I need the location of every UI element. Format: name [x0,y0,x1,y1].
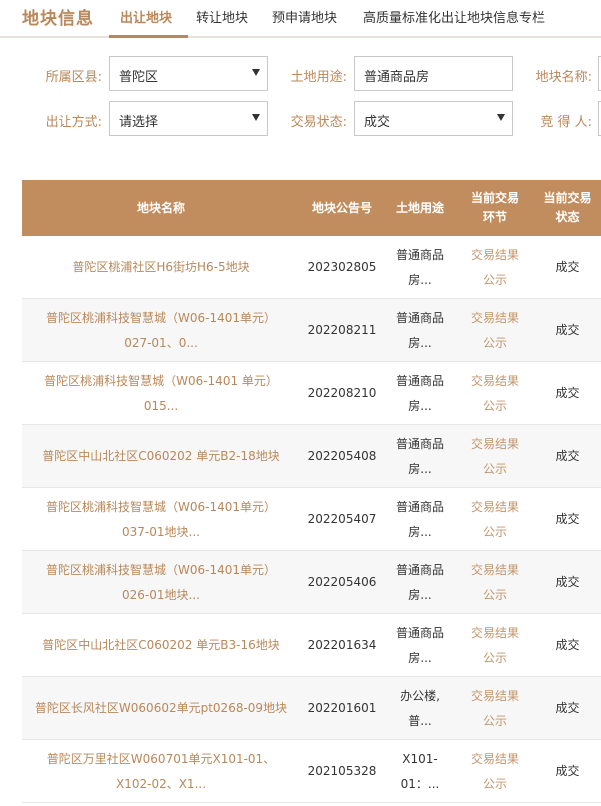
notice-number: 202201634 [307,638,377,652]
table-row: 普陀区万里社区W060701单元X101-01、 X102-02、X1... 20… [22,740,601,803]
notice-number: 202205408 [307,449,377,463]
status-cell: 成交 [555,764,580,778]
table-row: 普陀区桃浦科技智慧城（W06-1401单元） 037-01地块... 202205… [22,488,601,551]
plot-name-link[interactable]: 普陀区长风社区W060602单元pt0268-09地块 [22,677,300,740]
column-header-notice-no: 地块公告号 [311,200,372,215]
stage-link[interactable]: 交易结果 公示 [456,362,534,425]
land-use-cell: 普通商品 房... [395,247,444,287]
table-row: 普陀区中山北社区C060202 单元B3-16地块 202201634 普通商品… [22,614,601,677]
chevron-down-icon [497,114,505,121]
plot-name-link[interactable]: 普陀区桃浦科技智慧城（W06-1401单元） 027-01、0... [22,299,300,362]
table-row: 普陀区桃浦科技智慧城（W06-1401单元） 026-01地块... 202205… [22,551,601,614]
land-use-cell: 普通商品 房... [395,373,444,413]
land-use-input-value: 普通商品房 [364,70,430,85]
notice-number: 202105328 [307,764,377,778]
land-use-cell: 普通商品 房... [395,625,444,665]
plot-name-link[interactable]: 普陀区桃浦科技智慧城（W06-1401单元） 037-01地块... [22,488,300,551]
notice-number: 202205407 [307,512,377,526]
notice-number: 202208211 [307,323,377,337]
tab-high-quality-column[interactable]: 高质量标准化出让地块信息专栏 [363,7,545,26]
notice-number: 202201601 [307,701,377,715]
plot-name-link[interactable]: 普陀区桃浦社区H6街坊H6-5地块 [22,236,300,299]
status-cell: 成交 [555,323,580,337]
column-header-name: 地块名称 [136,200,185,215]
stage-link[interactable]: 交易结果 公示 [456,551,534,614]
stage-link[interactable]: 交易结果 公示 [456,677,534,740]
district-label: 所属区县: [45,70,102,85]
plot-name-link[interactable]: 普陀区中山北社区C060202 单元B2-18地块 [22,425,300,488]
status-cell: 成交 [555,575,580,589]
tab-bar: 地块信息 出让地块 转让地块 预申请地块 高质量标准化出让地块信息专栏 [0,0,601,38]
land-use-cell: 普通商品 房... [395,499,444,539]
plot-name-link[interactable]: 普陀区中山北社区C060202 单元B3-16地块 [22,614,300,677]
stage-link[interactable]: 交易结果 公示 [456,488,534,551]
table-header: 地块名称 地块公告号 土地用途 当前交易 环节 当前交易 状态 [22,180,601,236]
district-select[interactable]: 普陀区 [109,56,268,91]
table-row: 普陀区桃浦社区H6街坊H6-5地块 202302805 普通商品 房... 交易结… [22,236,601,299]
land-use-cell: 普通商品 房... [395,310,444,350]
plot-name-link[interactable]: 普陀区万里社区W060701单元X101-01、 X102-02、X1... [22,740,300,803]
tab-pre-application-plots[interactable]: 预申请地块 [272,7,337,26]
trade-status-select-value: 成交 [364,115,391,130]
winner-label: 竞 得 人: [540,115,592,130]
status-cell: 成交 [555,638,580,652]
notice-number: 202205406 [307,575,377,589]
column-header-stage: 当前交易 环节 [470,191,519,224]
stage-link[interactable]: 交易结果 公示 [456,425,534,488]
land-use-label: 土地用途: [290,70,347,85]
notice-number: 202208210 [307,386,377,400]
transfer-method-select[interactable]: 请选择 [109,101,268,136]
stage-link[interactable]: 交易结果 公示 [456,740,534,803]
plot-name-link[interactable]: 普陀区桃浦科技智慧城（W06-1401 单元） 015... [22,362,300,425]
status-cell: 成交 [555,260,580,274]
district-select-value: 普陀区 [119,70,159,85]
stage-link[interactable]: 交易结果 公示 [456,236,534,299]
land-use-cell: 普通商品 房... [395,562,444,602]
tab-resale-plots[interactable]: 转让地块 [196,7,248,26]
column-header-land-use: 土地用途 [395,200,444,215]
transfer-method-label: 出让方式: [45,115,102,130]
column-header-status: 当前交易 状态 [543,191,592,224]
status-cell: 成交 [555,386,580,400]
chevron-down-icon [252,69,260,76]
land-use-input[interactable]: 普通商品房 [354,56,513,91]
section-title: 地块信息 [22,9,94,29]
status-cell: 成交 [555,449,580,463]
chevron-down-icon [252,114,260,121]
status-cell: 成交 [555,512,580,526]
active-tab-indicator [109,35,188,38]
land-use-cell: 办公楼, 普... [400,688,440,728]
transfer-method-select-value: 请选择 [119,115,159,130]
plot-name-label: 地块名称: [535,70,592,85]
status-cell: 成交 [555,701,580,715]
stage-link[interactable]: 交易结果 公示 [456,299,534,362]
land-use-cell: X101- 01：... [400,751,440,791]
stage-link[interactable]: 交易结果 公示 [456,614,534,677]
table-row: 普陀区中山北社区C060202 单元B2-18地块 202205408 普通商品… [22,425,601,488]
table-row: 普陀区桃浦科技智慧城（W06-1401 单元） 015... 202208210 … [22,362,601,425]
land-use-cell: 普通商品 房... [395,436,444,476]
trade-status-label: 交易状态: [290,115,347,130]
table-row: 普陀区桃浦科技智慧城（W06-1401单元） 027-01、0... 202208… [22,299,601,362]
table-row: 普陀区长风社区W060602单元pt0268-09地块 202201601 办公… [22,677,601,740]
tab-transfer-out-plots[interactable]: 出让地块 [120,7,172,26]
notice-number: 202302805 [307,260,377,274]
plot-name-link[interactable]: 普陀区桃浦科技智慧城（W06-1401单元） 026-01地块... [22,551,300,614]
plots-table: 地块名称 地块公告号 土地用途 当前交易 环节 当前交易 状态 普陀区桃浦社区H6街… [22,180,601,803]
trade-status-select[interactable]: 成交 [354,101,513,136]
